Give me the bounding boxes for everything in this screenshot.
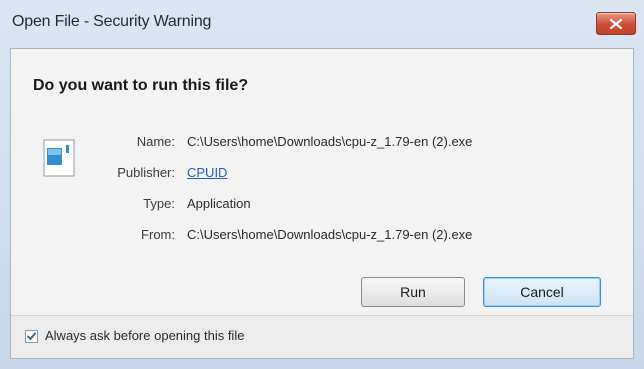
type-label: Type: — [143, 196, 175, 211]
from-label: From: — [141, 227, 175, 242]
publisher-label: Publisher: — [117, 165, 175, 180]
title-bar[interactable]: Open File - Security Warning — [0, 0, 644, 48]
close-icon — [610, 18, 622, 29]
application-file-icon — [43, 139, 75, 177]
from-value: C:\Users\home\Downloads\cpu-z_1.79-en (2… — [187, 227, 473, 242]
run-button[interactable]: Run — [361, 277, 465, 307]
dialog-body: Do you want to run this file? Name: C:\U… — [10, 48, 634, 359]
publisher-link[interactable]: CPUID — [187, 165, 227, 180]
dialog-heading: Do you want to run this file? — [33, 77, 249, 94]
name-label: Name: — [136, 134, 175, 149]
security-warning-dialog: Open File - Security Warning Do you want… — [0, 0, 644, 369]
close-button[interactable] — [596, 12, 636, 35]
name-value: C:\Users\home\Downloads\cpu-z_1.79-en (2… — [187, 134, 473, 149]
window-title: Open File - Security Warning — [12, 13, 212, 30]
dialog-footer: Always ask before opening this file — [11, 316, 633, 358]
cancel-button[interactable]: Cancel — [483, 277, 601, 307]
type-value: Application — [187, 196, 251, 211]
checkmark-icon — [27, 332, 36, 340]
always-ask-label[interactable]: Always ask before opening this file — [45, 328, 244, 343]
always-ask-checkbox[interactable] — [25, 330, 38, 343]
